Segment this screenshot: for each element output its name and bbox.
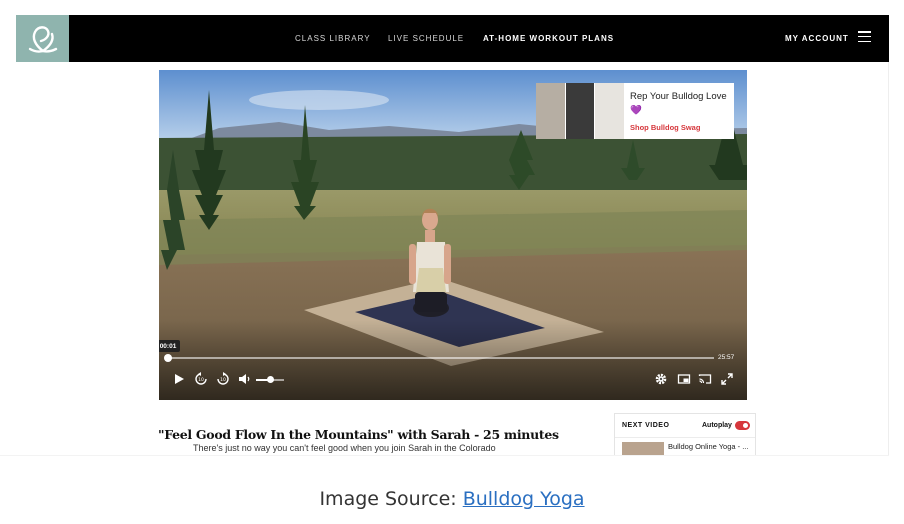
- image-source-caption: Image Source: Bulldog Yoga: [0, 488, 904, 510]
- nav-live-schedule[interactable]: LIVE SCHEDULE: [388, 15, 464, 62]
- divider: [0, 455, 889, 456]
- caption-prefix: Image Source:: [319, 488, 463, 510]
- video-description: There's just no way you can't feel good …: [193, 443, 496, 453]
- fullscreen-icon[interactable]: [720, 372, 734, 386]
- next-video-label: NEXT VIDEO: [622, 422, 670, 429]
- nav-class-library[interactable]: CLASS LIBRARY: [295, 15, 371, 62]
- forward-10-icon[interactable]: 10: [216, 372, 230, 386]
- merch-promo-card[interactable]: Rep Your Bulldog Love 💜 Shop Bulldog Swa…: [536, 83, 734, 139]
- video-player[interactable]: Rep Your Bulldog Love 💜 Shop Bulldog Swa…: [159, 70, 747, 400]
- next-video-thumbnail[interactable]: [622, 442, 664, 455]
- content-border: [888, 62, 889, 456]
- video-title: "Feel Good Flow In the Mountains" with S…: [158, 427, 559, 442]
- volume-handle[interactable]: [267, 376, 274, 383]
- menu-icon[interactable]: [858, 31, 871, 42]
- promo-title: Rep Your Bulldog Love 💜: [630, 91, 727, 116]
- svg-text:10: 10: [198, 377, 204, 383]
- seek-handle[interactable]: [164, 354, 172, 362]
- svg-text:10: 10: [220, 377, 226, 383]
- seek-bar[interactable]: [168, 357, 714, 359]
- cast-icon[interactable]: [698, 372, 712, 386]
- bulldog-yoga-link[interactable]: Bulldog Yoga: [463, 488, 585, 510]
- current-time: 00:01: [159, 340, 180, 352]
- autoplay-toggle-knob: [743, 423, 748, 428]
- volume-icon[interactable]: [237, 372, 251, 386]
- my-account-link[interactable]: MY ACCOUNT: [785, 15, 849, 62]
- bulldog-yoga-logo[interactable]: [16, 15, 69, 62]
- site-header: CLASS LIBRARY LIVE SCHEDULE AT-HOME WORK…: [16, 15, 889, 62]
- next-video-title[interactable]: Bulldog Online Yoga - ...: [668, 442, 754, 452]
- play-icon[interactable]: [172, 372, 186, 386]
- shirt-image: [595, 83, 626, 139]
- settings-gear-icon[interactable]: [654, 372, 668, 386]
- shirt-image: [536, 83, 566, 139]
- next-video-panel: NEXT VIDEO Autoplay Bulldog Online Yoga …: [614, 413, 756, 456]
- nav-at-home-workout-plans[interactable]: AT-HOME WORKOUT PLANS: [483, 15, 614, 62]
- shop-swag-link[interactable]: Shop Bulldog Swag: [630, 123, 700, 132]
- divider: [615, 437, 755, 438]
- autoplay-label: Autoplay: [702, 422, 732, 429]
- merch-thumbnail: [536, 83, 626, 139]
- duration: 25:57: [718, 354, 735, 361]
- picture-in-picture-icon[interactable]: [677, 372, 691, 386]
- shirt-image: [565, 83, 596, 139]
- rewind-10-icon[interactable]: 10: [194, 372, 208, 386]
